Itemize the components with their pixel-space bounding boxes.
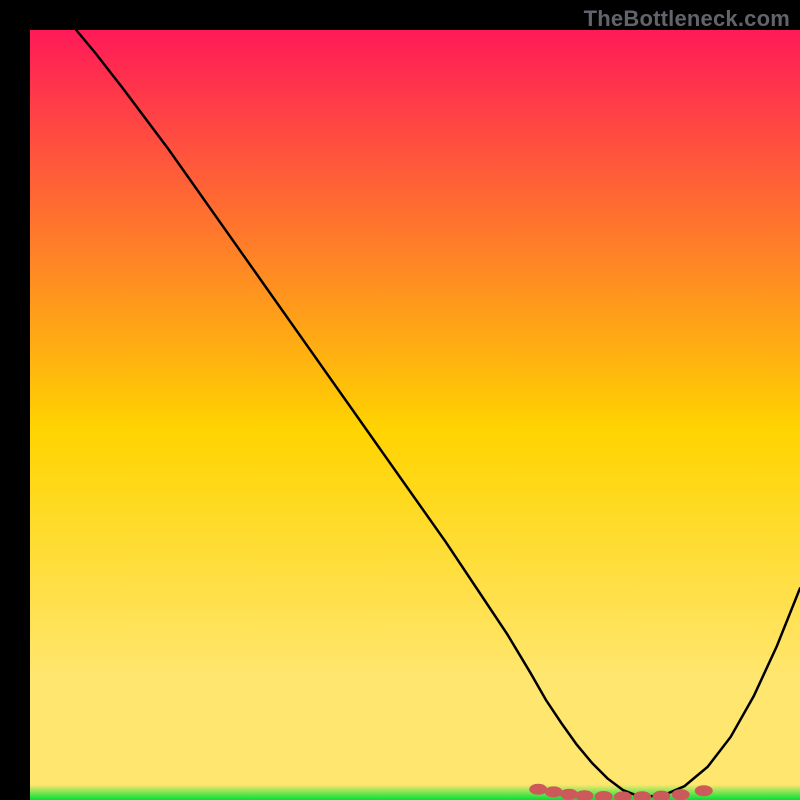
bottleneck-chart xyxy=(0,0,800,800)
marker-dot xyxy=(672,789,690,800)
marker-dot xyxy=(545,786,563,797)
marker-dot xyxy=(560,789,578,800)
marker-dot xyxy=(529,784,547,795)
gradient-background xyxy=(30,30,800,800)
marker-dot xyxy=(695,785,713,796)
chart-stage: TheBottleneck.com xyxy=(0,0,800,800)
attribution-text: TheBottleneck.com xyxy=(584,6,790,32)
